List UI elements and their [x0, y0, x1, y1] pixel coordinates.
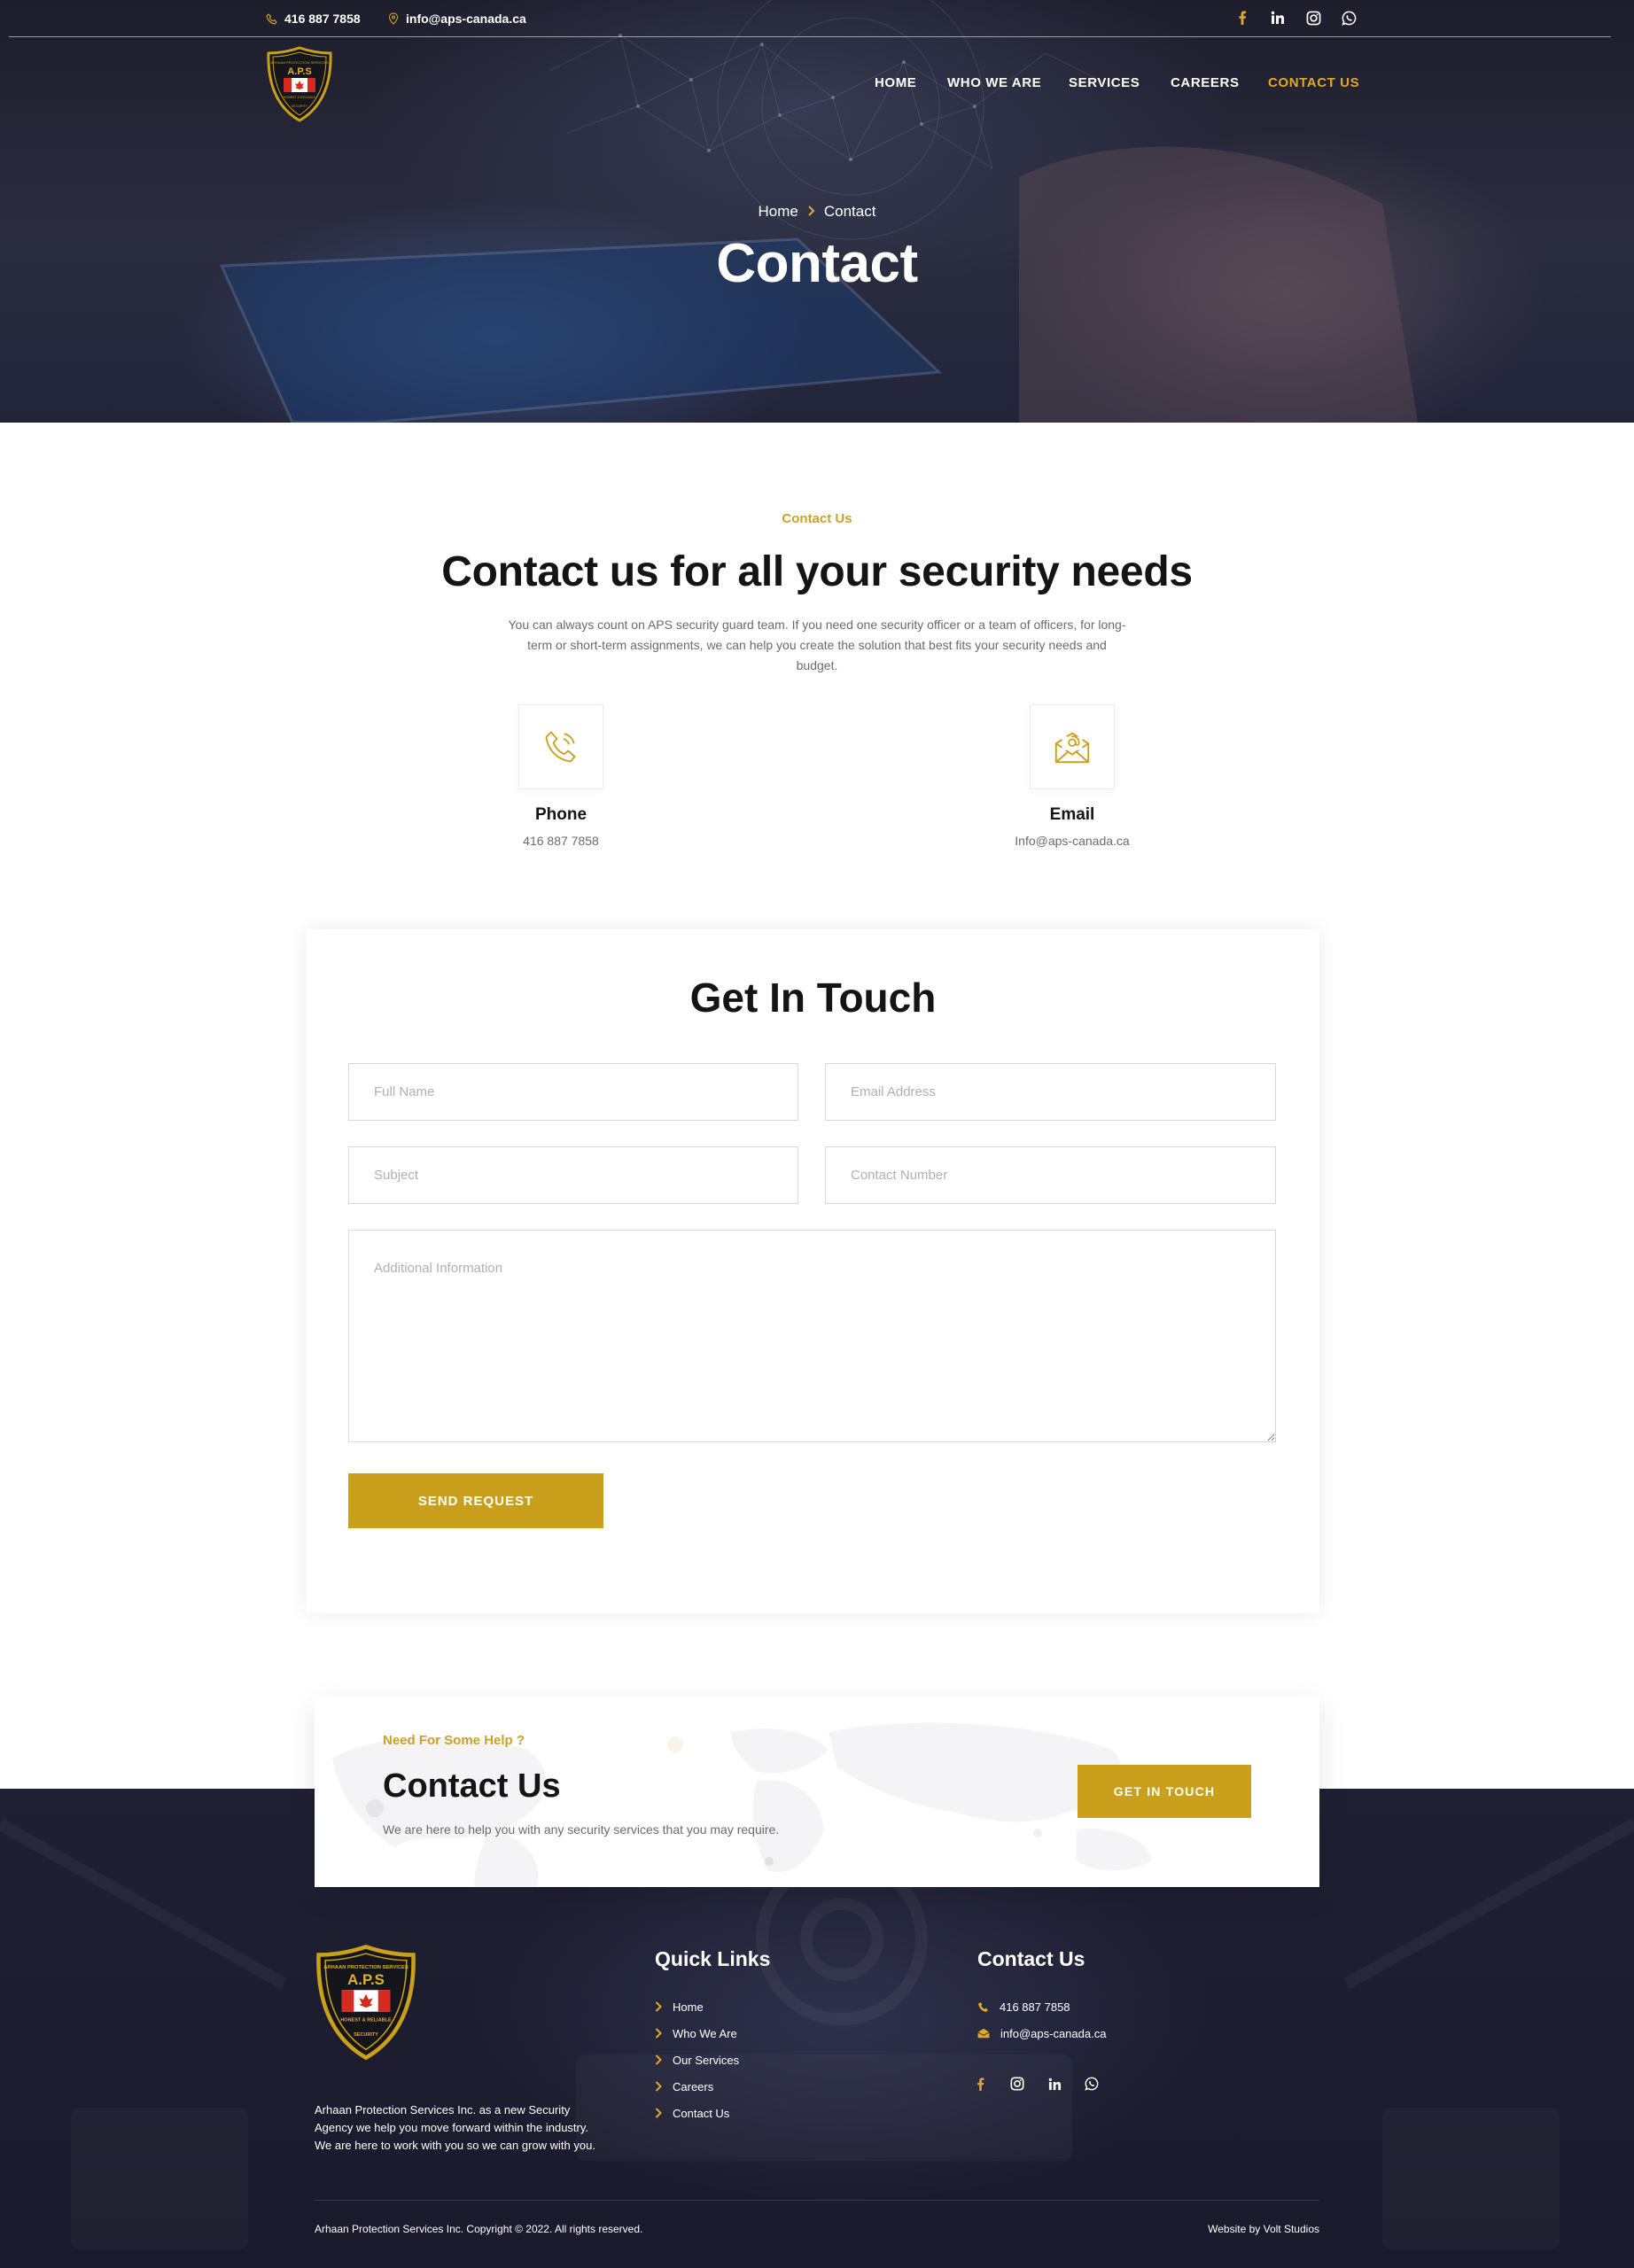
credit-link[interactable]: Website by Volt Studios [1208, 2223, 1319, 2235]
footer-link-home[interactable]: Home [655, 1993, 739, 2020]
hero-banner: 416 887 7858 info@aps-canada.ca ARHAAN P… [0, 0, 1634, 423]
topbar-email[interactable]: info@aps-canada.ca [388, 12, 526, 26]
breadcrumb-current: Contact [823, 203, 876, 220]
section-eyebrow: Contact Us [782, 511, 852, 526]
email-icon-box [1030, 704, 1115, 789]
additional-info-textarea[interactable] [348, 1230, 1276, 1442]
email-input[interactable] [825, 1063, 1276, 1121]
footer-link-careers[interactable]: Careers [655, 2073, 739, 2100]
facebook-icon[interactable] [971, 2075, 989, 2093]
phone-info-card: Phone 416 887 7858 [463, 704, 658, 848]
cta-text: We are here to help you with any securit… [383, 1822, 780, 1837]
footer-link-label: Our Services [673, 2053, 740, 2067]
nav-services[interactable]: SERVICES [1069, 75, 1140, 90]
linkedin-icon[interactable] [1046, 2075, 1063, 2093]
envelope-open-icon [977, 2028, 990, 2039]
footer-email-text: info@aps-canada.ca [1000, 2026, 1107, 2040]
phone-value[interactable]: 416 887 7858 [463, 834, 658, 848]
topbar-email-text: info@aps-canada.ca [406, 12, 526, 26]
whatsapp-icon[interactable] [1340, 9, 1358, 27]
footer-link-label: Contact Us [673, 2106, 730, 2120]
quick-links-list: Home Who We Are Our Services Careers Con… [655, 1993, 739, 2126]
cta-card: Need For Some Help ? Contact Us We are h… [315, 1697, 1319, 1887]
instagram-icon[interactable] [1304, 9, 1322, 27]
section-title: Contact us for all your security needs [441, 548, 1193, 595]
footer-social-links [971, 2075, 1101, 2093]
full-name-input[interactable] [348, 1063, 798, 1121]
footer-link-label: Careers [673, 2079, 714, 2093]
phone-icon-box [518, 704, 603, 789]
facebook-icon[interactable] [1233, 9, 1251, 27]
chevron-right-icon [807, 203, 815, 221]
footer-link-label: Home [673, 2000, 704, 2014]
get-in-touch-button[interactable]: GET IN TOUCH [1078, 1765, 1251, 1818]
instagram-icon[interactable] [1008, 2075, 1026, 2093]
send-request-button[interactable]: SEND REQUEST [348, 1473, 603, 1528]
footer-logo-name: A.P.S [347, 1971, 385, 1988]
topbar-social-links [1233, 9, 1358, 27]
nav-home[interactable]: HOME [875, 75, 916, 90]
chevron-right-icon [655, 2108, 662, 2118]
contact-number-input[interactable] [825, 1146, 1276, 1204]
chevron-right-icon [655, 2001, 662, 2012]
chevron-right-icon [655, 2081, 662, 2092]
footer-email[interactable]: info@aps-canada.ca [977, 2020, 1106, 2047]
subject-input[interactable] [348, 1146, 798, 1204]
footer-link-our-services[interactable]: Our Services [655, 2047, 739, 2073]
footer-phone[interactable]: 416 887 7858 [977, 1993, 1106, 2020]
cta-title: Contact Us [383, 1767, 561, 1805]
footer-about-text: Arhaan Protection Services Inc. as a new… [315, 2103, 595, 2152]
form-title: Get In Touch [689, 975, 937, 1021]
chevron-right-icon [655, 2054, 662, 2065]
phone-label: Phone [534, 805, 587, 824]
footer-phone-text: 416 887 7858 [1000, 2000, 1070, 2014]
email-info-card: Email Info@aps-canada.ca [975, 704, 1170, 848]
email-label: Email [1049, 805, 1095, 824]
footer-link-who-we-are[interactable]: Who We Are [655, 2020, 739, 2047]
breadcrumb-home[interactable]: Home [759, 203, 798, 221]
logo-motto: HONEST & RELIABLE [284, 96, 316, 99]
phone-icon [978, 2001, 988, 2012]
logo-top-text: ARHAAN PROTECTION SERVICES [270, 60, 329, 65]
cta-eyebrow: Need For Some Help ? [383, 1733, 525, 1748]
footer-contact-list: 416 887 7858 info@aps-canada.ca [977, 1993, 1106, 2047]
nav-contact-us[interactable]: CONTACT US [1268, 75, 1359, 90]
footer-logo-bottom-text: SECURITY [354, 2032, 378, 2038]
contact-form-card: Get In Touch SEND REQUEST [307, 929, 1319, 1613]
footer-logo-motto: HONEST & RELIABLE [340, 2017, 392, 2023]
envelope-icon [1054, 732, 1090, 764]
footer-aps-logo[interactable]: ARHAAN PROTECTION SERVICES A.P.S HONEST … [315, 1942, 417, 2062]
breadcrumb: Home Contact [0, 203, 1634, 221]
chevron-right-icon [655, 2028, 662, 2039]
whatsapp-icon[interactable] [1083, 2075, 1101, 2093]
section-description: You can always count on APS security gua… [508, 617, 1126, 672]
logo-bottom-text: SECURITY [292, 105, 308, 108]
page-title: Contact [716, 233, 918, 294]
topbar-phone[interactable]: 416 887 7858 [266, 12, 361, 26]
aps-logo[interactable]: ARHAAN PROTECTION SERVICES A.P.S HONEST … [266, 46, 333, 122]
copyright-text: Arhaan Protection Services Inc. Copyrigh… [315, 2223, 643, 2235]
quick-links-heading: Quick Links [655, 1947, 771, 1970]
nav-careers[interactable]: CAREERS [1171, 75, 1240, 90]
top-bar: 416 887 7858 info@aps-canada.ca [9, 0, 1611, 37]
location-pin-icon [388, 12, 399, 25]
footer-divider [315, 2200, 1319, 2201]
topbar-phone-text: 416 887 7858 [284, 12, 361, 26]
footer-contact-heading: Contact Us [977, 1947, 1085, 1970]
footer-logo-top-text: ARHAAN PROTECTION SERVICES [323, 1965, 408, 1970]
linkedin-icon[interactable] [1269, 9, 1287, 27]
phone-ringing-icon [545, 731, 576, 763]
footer-link-label: Who We Are [673, 2026, 737, 2040]
email-value[interactable]: Info@aps-canada.ca [975, 834, 1170, 848]
footer-link-contact-us[interactable]: Contact Us [655, 2100, 739, 2126]
phone-icon [266, 12, 277, 24]
nav-who-we-are[interactable]: WHO WE ARE [947, 75, 1041, 90]
logo-name: A.P.S [287, 66, 311, 77]
